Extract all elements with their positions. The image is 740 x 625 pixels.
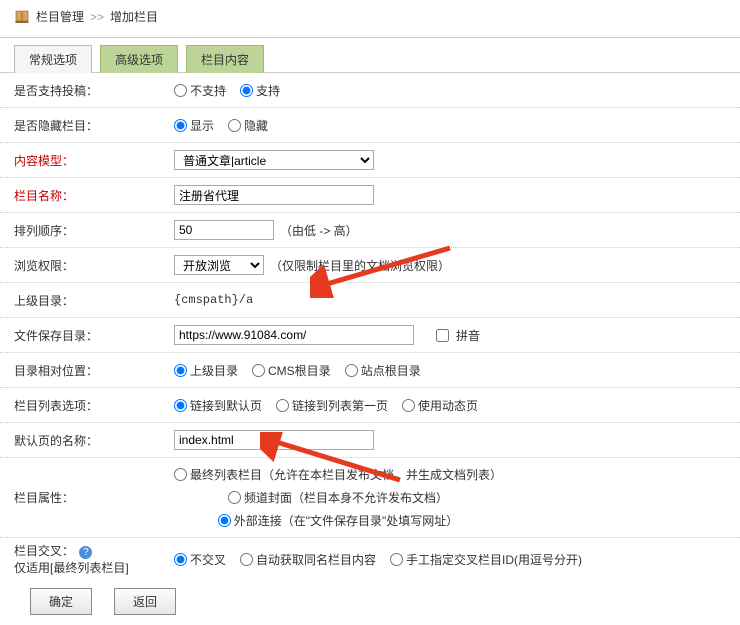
- label-parent-dir: 上级目录：: [14, 292, 174, 309]
- tabs: 常规选项 高级选项 栏目内容: [0, 38, 740, 73]
- label-support: 是否支持投稿：: [14, 82, 174, 99]
- select-browse[interactable]: 开放浏览: [174, 255, 264, 275]
- radio-hide-hide[interactable]: 隐藏: [228, 117, 268, 134]
- input-save-dir[interactable]: [174, 325, 414, 345]
- radio-cross-manual[interactable]: 手工指定交叉栏目ID(用逗号分开): [390, 551, 582, 568]
- radio-listopt-default[interactable]: 链接到默认页: [174, 397, 262, 414]
- label-cross-sub: 仅适用[最终列表栏目]: [14, 561, 129, 575]
- radio-hide-show[interactable]: 显示: [174, 117, 214, 134]
- text-parent-dir: {cmspath}/a: [174, 293, 253, 307]
- radio-listopt-firstpage[interactable]: 链接到列表第一页: [276, 397, 388, 414]
- input-column-name[interactable]: [174, 185, 374, 205]
- radio-listopt-dynamic[interactable]: 使用动态页: [402, 397, 478, 414]
- breadcrumb-separator: >>: [90, 10, 104, 24]
- label-prop: 栏目属性：: [14, 489, 174, 506]
- help-icon[interactable]: ?: [79, 546, 92, 559]
- label-browse: 浏览权限：: [14, 257, 174, 274]
- input-order[interactable]: [174, 220, 274, 240]
- label-content-model: 内容模型：: [14, 152, 174, 169]
- radio-cross-none[interactable]: 不交叉: [174, 551, 226, 568]
- tab-content[interactable]: 栏目内容: [186, 45, 264, 73]
- book-icon: [14, 9, 30, 25]
- radio-support-yes[interactable]: 支持: [240, 82, 280, 99]
- label-default-page: 默认页的名称：: [14, 432, 174, 449]
- input-default-page[interactable]: [174, 430, 374, 450]
- radio-relpos-siteroot[interactable]: 站点根目录: [345, 362, 421, 379]
- radio-support-no[interactable]: 不支持: [174, 82, 226, 99]
- label-column-name: 栏目名称：: [14, 187, 174, 204]
- hint-browse: （仅限制栏目里的文档浏览权限）: [270, 257, 450, 274]
- ok-button[interactable]: 确定: [30, 588, 92, 615]
- breadcrumb: 栏目管理 >> 增加栏目: [0, 0, 740, 38]
- breadcrumb-section[interactable]: 栏目管理: [36, 8, 84, 25]
- radio-relpos-cmsroot[interactable]: CMS根目录: [252, 362, 331, 379]
- select-content-model[interactable]: 普通文章|article: [174, 150, 374, 170]
- label-relpos: 目录相对位置：: [14, 362, 174, 379]
- label-order: 排列顺序：: [14, 222, 174, 239]
- label-save-dir: 文件保存目录：: [14, 327, 174, 344]
- label-hide: 是否隐藏栏目：: [14, 117, 174, 134]
- breadcrumb-page: 增加栏目: [110, 8, 158, 25]
- checkbox-pinyin[interactable]: 拼音: [432, 326, 480, 345]
- radio-cross-auto[interactable]: 自动获取同名栏目内容: [240, 551, 376, 568]
- back-button[interactable]: 返回: [114, 588, 176, 615]
- hint-order: （由低 -> 高）: [280, 222, 358, 239]
- tab-general[interactable]: 常规选项: [14, 45, 92, 73]
- radio-prop-listpage[interactable]: 最终列表栏目（允许在本栏目发布文档，并生成文档列表）: [174, 466, 502, 483]
- radio-relpos-parent[interactable]: 上级目录: [174, 362, 238, 379]
- tab-advanced[interactable]: 高级选项: [100, 45, 178, 73]
- label-cross: 栏目交叉： ? 仅适用[最终列表栏目]: [14, 542, 174, 576]
- radio-prop-external[interactable]: 外部连接（在"文件保存目录"处填写网址）: [218, 512, 459, 529]
- label-listopt: 栏目列表选项：: [14, 397, 174, 414]
- radio-prop-channel[interactable]: 频道封面（栏目本身不允许发布文档）: [228, 489, 448, 506]
